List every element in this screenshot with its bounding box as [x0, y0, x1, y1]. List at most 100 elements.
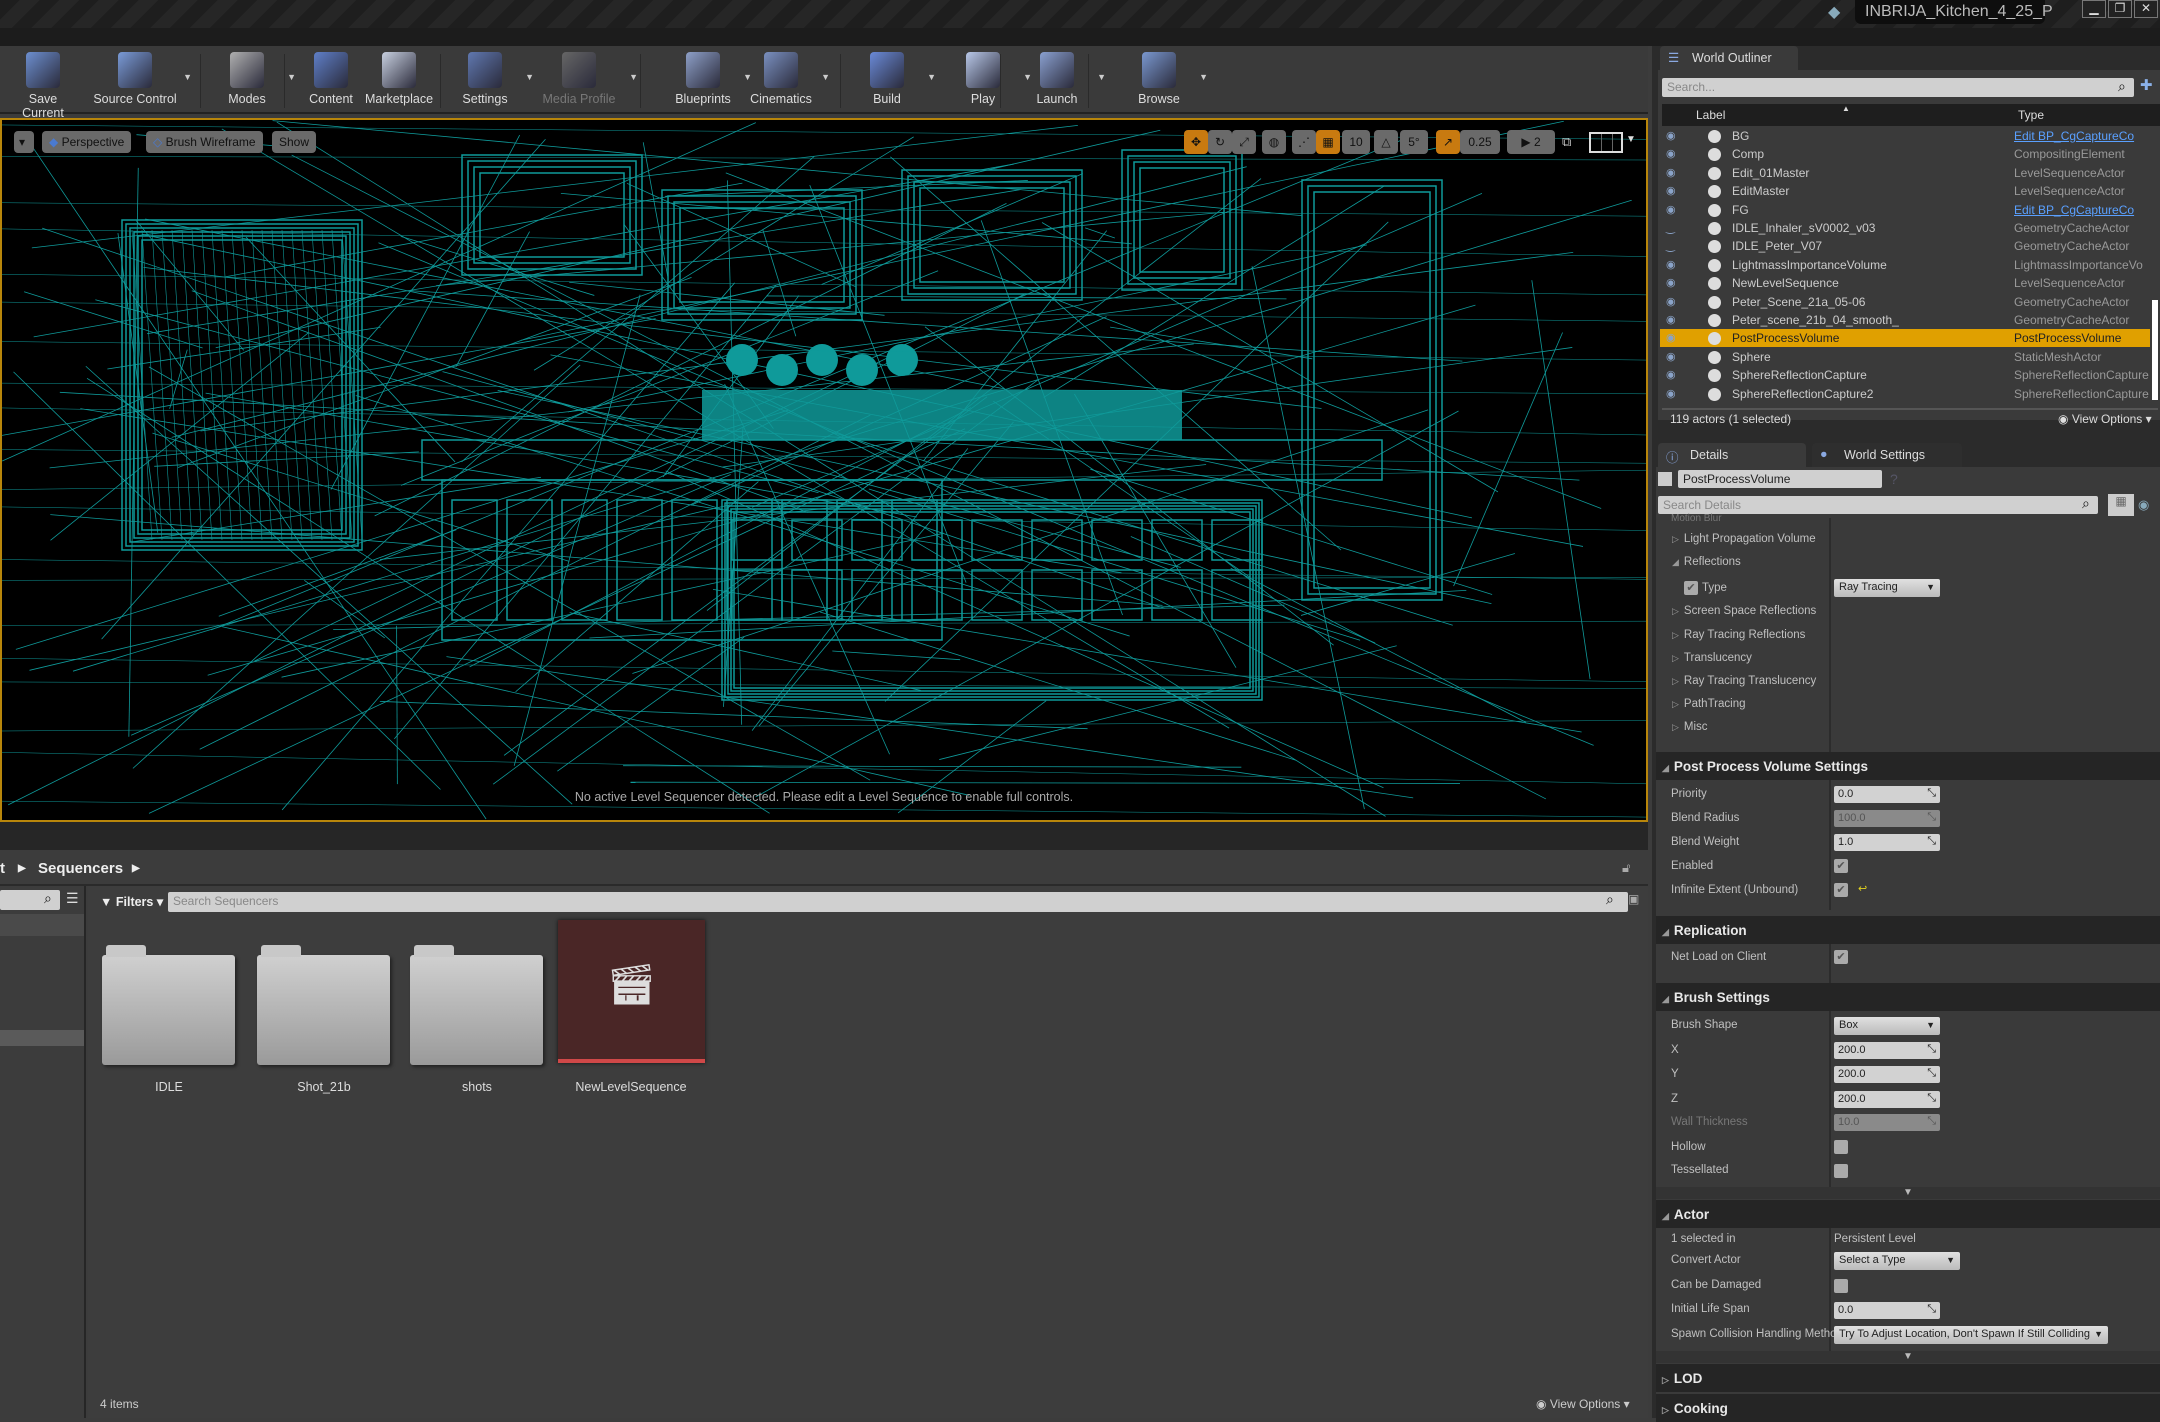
show-button[interactable]: Show: [272, 131, 317, 153]
brush-wireframe-button[interactable]: ◇ Brush Wireframe: [146, 131, 263, 153]
category-ray-tracing-reflections[interactable]: ▷ Ray Tracing Reflections: [1672, 629, 1805, 641]
tab-details[interactable]: ⓘ Details: [1658, 443, 1806, 467]
rotation-snap-toggle[interactable]: △: [1374, 130, 1398, 154]
column-label[interactable]: Label: [1696, 108, 1725, 122]
outliner-row[interactable]: ◉ EditMaster LevelSequenceActor: [1660, 182, 2150, 200]
view-options-button[interactable]: ◉ View Options ▾: [1536, 1397, 1630, 1411]
outliner-row[interactable]: ◉ PostProcessVolume PostProcessVolume: [1660, 329, 2150, 348]
filters-button[interactable]: ▼ Filters ▾: [100, 894, 163, 909]
scale-snap-toggle[interactable]: ↗: [1436, 130, 1460, 154]
eye-icon[interactable]: ◉: [1666, 182, 1676, 200]
infinite-extent-checkbox[interactable]: ✔: [1834, 883, 1848, 897]
eye-closed-icon[interactable]: ‿: [1666, 219, 1675, 237]
outliner-row[interactable]: ◉ SphereReflectionCapture2 SphereReflectio…: [1660, 385, 2150, 403]
outliner-row[interactable]: ◉ Peter_scene_21b_04_smooth_ GeometryCache…: [1660, 311, 2150, 329]
brush-z-input[interactable]: 200.0: [1834, 1091, 1940, 1108]
eye-icon[interactable]: ◉: [1666, 329, 1676, 347]
outliner-row[interactable]: ◉ Edit_01Master LevelSequenceActor: [1660, 164, 2150, 182]
toolbar-marketplace-button[interactable]: Marketplace: [354, 50, 444, 110]
breadcrumb-next-icon[interactable]: ▶: [132, 863, 140, 874]
breadcrumb-separator-icon[interactable]: ▶: [18, 863, 26, 874]
breadcrumb-parent[interactable]: t: [0, 860, 5, 877]
level-viewport[interactable]: ▾ ◆ Perspective ◇ Brush Wireframe Show ✥…: [0, 118, 1648, 822]
toolbar-source-control-button[interactable]: Source Control ▼: [92, 50, 192, 110]
world-local-button[interactable]: ◍: [1262, 130, 1286, 154]
eye-icon[interactable]: ◉: [1666, 274, 1676, 292]
toolbar-save-button[interactable]: Save Current: [8, 50, 78, 120]
eye-icon[interactable]: ◉: [1666, 385, 1676, 403]
sources-scrollbar[interactable]: [0, 1030, 84, 1046]
eye-icon[interactable]: ◉: [1666, 366, 1676, 384]
eye-icon[interactable]: ◉: [1666, 164, 1676, 182]
property-matrix-button[interactable]: ▦: [2108, 494, 2134, 516]
outliner-row[interactable]: ◉ Sphere StaticMeshActor: [1660, 348, 2150, 366]
net-load-checkbox[interactable]: ✔: [1834, 950, 1848, 964]
maximize-viewport-icon[interactable]: ⧉: [1562, 134, 1571, 150]
list-view-icon[interactable]: ☰: [66, 890, 79, 907]
category-light-propagation-volume[interactable]: ▷ Light Propagation Volume: [1672, 533, 1816, 545]
visibility-filter-icon[interactable]: ◉: [2138, 497, 2149, 513]
category-ray-tracing-translucency[interactable]: ▷ Ray Tracing Translucency: [1672, 675, 1816, 687]
category-translucency[interactable]: ▷ Translucency: [1672, 652, 1752, 664]
document-tab[interactable]: INBRIJA_Kitchen_4_25_P: [1855, 0, 2053, 24]
save-search-icon[interactable]: ▣: [1628, 892, 1639, 906]
dropdown-arrow-icon[interactable]: ▼: [1199, 72, 1208, 82]
rotate-mode-button[interactable]: ↻: [1208, 130, 1232, 154]
tab-world-outliner[interactable]: ☰ World Outliner: [1660, 46, 1798, 70]
eye-icon[interactable]: ◉: [1666, 311, 1676, 329]
can-be-damaged-checkbox[interactable]: [1834, 1279, 1848, 1293]
toolbar-play-button[interactable]: Play ▼: [948, 50, 1032, 110]
edit-blueprint-link[interactable]: Edit BP_CgCaptureCo: [2014, 127, 2150, 145]
help-icon[interactable]: ?: [1890, 471, 1898, 487]
translate-mode-button[interactable]: ✥: [1184, 130, 1208, 154]
outliner-search-input[interactable]: Search...: [1662, 78, 2134, 97]
column-type[interactable]: Type: [2018, 108, 2044, 122]
section-actor[interactable]: ◢ Actor: [1656, 1200, 2160, 1228]
asset-folder-tile[interactable]: [410, 937, 543, 1072]
enabled-checkbox[interactable]: ✔: [1834, 859, 1848, 873]
eye-icon[interactable]: ◉: [1666, 256, 1676, 274]
toolbar-settings-button[interactable]: Settings ▼: [450, 50, 534, 110]
toolbar-modes-button[interactable]: Modes ▼: [212, 50, 296, 110]
outliner-row[interactable]: ◉ SphereReflectionCapture SphereReflection…: [1660, 366, 2150, 384]
outliner-row[interactable]: ◉ LightmassImportanceVolume LightmassImpor…: [1660, 256, 2150, 274]
sources-item[interactable]: [0, 914, 84, 936]
dropdown-arrow-icon[interactable]: ▼: [629, 72, 638, 82]
minimize-button[interactable]: ▁: [2082, 0, 2106, 18]
advanced-expander[interactable]: ▼: [1656, 1351, 2160, 1363]
section-post-process-volume-settings[interactable]: ◢ Post Process Volume Settings: [1656, 752, 2160, 780]
hollow-checkbox[interactable]: [1834, 1140, 1848, 1154]
dropdown-arrow-icon[interactable]: ▼: [287, 72, 296, 82]
dropdown-arrow-icon[interactable]: ▼: [525, 72, 534, 82]
category-screen-space-reflections[interactable]: ▷ Screen Space Reflections: [1672, 605, 1816, 617]
priority-input[interactable]: 0.0: [1834, 786, 1940, 803]
edit-blueprint-link[interactable]: Edit BP_CgCaptureCo: [2014, 201, 2150, 219]
brush-x-input[interactable]: 200.0: [1834, 1042, 1940, 1059]
outliner-row[interactable]: ◉ Peter_Scene_21a_05-06 GeometryCacheActor: [1660, 293, 2150, 311]
outliner-row[interactable]: ‿ IDLE_Inhaler_sV0002_v03 GeometryCacheAct…: [1660, 219, 2150, 237]
toolbar-cinematics-button[interactable]: Cinematics ▼: [746, 50, 830, 110]
toolbar-launch-button[interactable]: Launch ▼: [1022, 50, 1106, 110]
initial-life-span-input[interactable]: 0.0: [1834, 1302, 1940, 1319]
close-button[interactable]: ✕: [2134, 0, 2158, 18]
category-misc[interactable]: ▷ Misc: [1672, 721, 1708, 733]
actor-name-input[interactable]: PostProcessVolume: [1678, 470, 1882, 488]
viewport-options-button[interactable]: ▾: [14, 131, 34, 153]
outliner-row[interactable]: ‿ IDLE_Peter_V07 GeometryCacheActor: [1660, 237, 2150, 255]
convert-actor-dropdown[interactable]: Select a Type: [1834, 1252, 1960, 1270]
reflections-type-override-checkbox[interactable]: ✔: [1684, 581, 1698, 595]
section-replication[interactable]: ◢ Replication: [1656, 916, 2160, 944]
outliner-row[interactable]: ◉ NewLevelSequence LevelSequenceActor: [1660, 274, 2150, 292]
grid-snap-toggle[interactable]: ▦: [1316, 130, 1340, 154]
asset-folder-tile[interactable]: [257, 937, 390, 1072]
blend-weight-input[interactable]: 1.0: [1834, 834, 1940, 851]
reset-to-default-icon[interactable]: ↩: [1858, 882, 1867, 895]
brush-y-input[interactable]: 200.0: [1834, 1066, 1940, 1083]
outliner-row[interactable]: ◉ FG Edit BP_CgCaptureCo: [1660, 201, 2150, 219]
eye-icon[interactable]: ◉: [1666, 145, 1676, 163]
add-actor-icon[interactable]: ✚: [2140, 76, 2153, 94]
section-lod[interactable]: ▷ LOD: [1656, 1364, 2160, 1392]
tab-world-settings[interactable]: ● World Settings: [1812, 443, 1962, 467]
advanced-expander[interactable]: ▼: [1656, 1187, 2160, 1199]
grid-snap-value[interactable]: 10: [1342, 130, 1370, 154]
